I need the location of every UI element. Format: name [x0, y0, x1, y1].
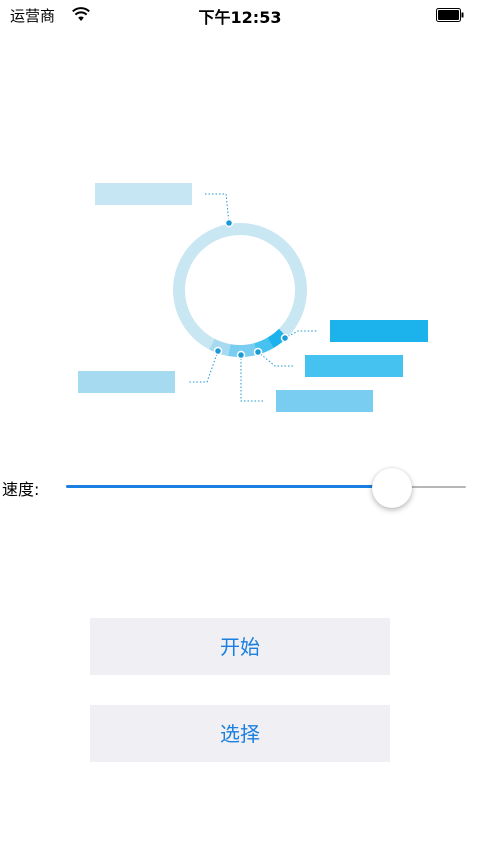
leader-dot-top: [224, 218, 234, 228]
label-box-left: [78, 371, 175, 393]
select-button[interactable]: 选择: [90, 705, 390, 762]
leader-left: [188, 350, 219, 383]
label-box-right-2: [305, 355, 403, 377]
ring-base: [173, 223, 307, 357]
leader-top: [205, 193, 230, 224]
leader-dot-right-1: [280, 333, 290, 343]
leader-dot-bottom: [236, 350, 246, 360]
speed-label: 速度:: [2, 480, 40, 499]
leader-bottom: [240, 355, 263, 402]
slider-track-min: [66, 485, 392, 488]
donut-chart-svg: [78, 183, 428, 412]
slider-thumb[interactable]: [372, 468, 412, 508]
status-bar: 运营商 下午12:53: [0, 0, 480, 30]
leader-dot-left: [213, 346, 223, 356]
clock: 下午12:53: [198, 8, 282, 27]
label-box-bottom: [276, 390, 373, 412]
label-box-top-left: [95, 183, 192, 205]
leader-right-2: [257, 351, 293, 367]
label-box-right-1: [330, 320, 428, 342]
battery-icon: [436, 8, 464, 22]
segment-3: [228, 343, 258, 358]
start-button[interactable]: 开始: [90, 618, 390, 675]
leader-dot-right-2: [253, 347, 263, 357]
donut-chart: [0, 150, 480, 440]
speed-slider[interactable]: [66, 468, 466, 508]
